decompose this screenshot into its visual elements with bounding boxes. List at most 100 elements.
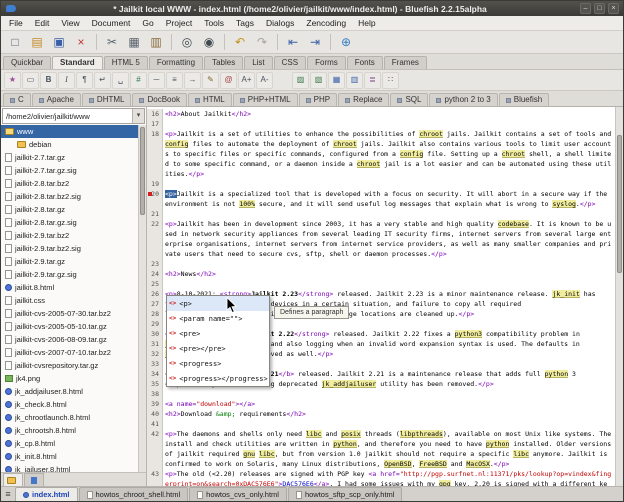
find-replace-button[interactable]: ◉ <box>199 33 219 52</box>
bold-button[interactable]: B <box>40 72 57 89</box>
tree-item[interactable]: jk_chrootsh.8.html <box>1 424 138 437</box>
undo-button[interactable]: ↶ <box>230 33 250 52</box>
toolbar-tab-html-5[interactable]: HTML 5 <box>104 56 148 69</box>
find-button[interactable]: ◎ <box>177 33 197 52</box>
lang-tab-docbook[interactable]: DocBook <box>132 93 186 106</box>
paragraph-button[interactable]: ¶ <box>76 72 93 89</box>
menu-edit[interactable]: Edit <box>29 16 56 31</box>
input-form-button[interactable]: ≣ <box>364 72 381 89</box>
insert-table-button[interactable]: ▦ <box>328 72 345 89</box>
right-justify-button[interactable]: → <box>184 72 201 89</box>
paste-button[interactable]: ▥ <box>146 33 166 52</box>
lang-tab-bluefish[interactable]: Bluefish <box>499 93 549 106</box>
completion-item[interactable]: <><progress> <box>167 356 269 371</box>
preview-in-browser-button[interactable]: ⊕ <box>336 33 356 52</box>
open-file-button[interactable]: ▤ <box>27 33 47 52</box>
quickstart-button[interactable]: ★ <box>4 72 21 89</box>
lang-tab-dhtml[interactable]: DHTML <box>82 93 132 106</box>
menu-zencoding[interactable]: Zencoding <box>300 16 352 31</box>
doc-tab-howtos_cvs_only.html[interactable]: howtos_cvs_only.html <box>189 487 287 501</box>
save-button[interactable]: ▣ <box>49 33 69 52</box>
titlebar[interactable]: * Jailkit local WWW - index.html (/home2… <box>1 1 623 16</box>
indent-button[interactable]: ⇥ <box>305 33 325 52</box>
tree-item[interactable]: jk_init.8.html <box>1 450 138 463</box>
copy-button[interactable]: ▦ <box>124 33 144 52</box>
tree-item[interactable]: jailkit-2.8.tar.gz <box>1 203 138 216</box>
tree-item[interactable]: jailkit-2.9.tar.bz2.sig <box>1 242 138 255</box>
tree-item[interactable]: debian <box>1 138 138 151</box>
tree-item[interactable]: jailkit-2.9.tar.gz.sig <box>1 268 138 281</box>
minimize-button[interactable]: – <box>580 3 591 14</box>
tree-item[interactable]: jailkit-2.7.tar.gz.sig <box>1 164 138 177</box>
completion-item[interactable]: <><p> <box>167 296 269 311</box>
lang-tab-replace[interactable]: Replace <box>338 93 389 106</box>
menu-file[interactable]: File <box>3 16 29 31</box>
italic-button[interactable]: I <box>58 72 75 89</box>
tree-item[interactable]: jk4.png <box>1 372 138 385</box>
tree-item[interactable]: jailkit-2.9.tar.gz <box>1 255 138 268</box>
sidebar-scrollbar[interactable] <box>138 125 146 472</box>
sidebar-tab-filebrowser[interactable] <box>3 473 23 486</box>
directory-combobox[interactable]: /home2/olivier/jailkit/www ▾ <box>2 108 145 124</box>
lang-tab-apache[interactable]: Apache <box>32 93 81 106</box>
non-breaking-space-button[interactable]: ␣ <box>112 72 129 89</box>
comment-button[interactable]: ✎ <box>202 72 219 89</box>
toolbar-tab-forms[interactable]: Forms <box>307 56 346 69</box>
tree-item[interactable]: jailkit-cvsrepository.tar.gz <box>1 359 138 372</box>
toolbar-tab-formatting[interactable]: Formatting <box>149 56 203 69</box>
doc-tab-index.html[interactable]: index.html <box>15 487 78 501</box>
new-document-button[interactable]: □ <box>5 33 25 52</box>
frameset-button[interactable]: ▥ <box>346 72 363 89</box>
doc-tab-howtos_chroot_shell.html[interactable]: howtos_chroot_shell.html <box>79 487 189 501</box>
tree-item[interactable]: jailkit-cvs-2005-07-30.tar.bz2 <box>1 307 138 320</box>
chevron-down-icon[interactable]: ▾ <box>132 109 144 123</box>
redo-button[interactable]: ↷ <box>252 33 272 52</box>
sidebar-tab-bookmarks[interactable] <box>24 473 44 486</box>
tree-item[interactable]: jk_chrootlaunch.8.html <box>1 411 138 424</box>
menu-tools[interactable]: Tools <box>198 16 230 31</box>
completion-item[interactable]: <><pre></pre> <box>167 341 269 356</box>
menu-tags[interactable]: Tags <box>230 16 260 31</box>
completion-item[interactable]: <><param name=""> <box>167 311 269 326</box>
tree-item[interactable]: www <box>1 125 138 138</box>
menu-document[interactable]: Document <box>86 16 137 31</box>
toolbar-tab-frames[interactable]: Frames <box>384 56 427 69</box>
sidebar-scrollbar-thumb[interactable] <box>140 127 145 215</box>
toolbar-tab-fonts[interactable]: Fonts <box>347 56 383 69</box>
tree-item[interactable]: jailkit.8.html <box>1 281 138 294</box>
tree-item[interactable]: jailkit-2.8.tar.bz2.sig <box>1 190 138 203</box>
tree-item[interactable]: jk_cp.8.html <box>1 437 138 450</box>
tree-item[interactable]: jailkit-cvs-2006-08-09.tar.gz <box>1 333 138 346</box>
cut-button[interactable]: ✂ <box>102 33 122 52</box>
tree-item[interactable]: jailkit-2.9.tar.bz2 <box>1 229 138 242</box>
doc-tab-howtos_sftp_scp_only.html[interactable]: howtos_sftp_scp_only.html <box>288 487 403 501</box>
editor-scrollbar[interactable] <box>615 107 623 486</box>
completion-item[interactable]: <><pre> <box>167 326 269 341</box>
rule-button[interactable]: ─ <box>148 72 165 89</box>
insert-thumbnail-button[interactable]: ▧ <box>310 72 327 89</box>
center-button[interactable]: ≡ <box>166 72 183 89</box>
toolbar-tab-tables[interactable]: Tables <box>204 56 243 69</box>
document-list-button[interactable]: ≡ <box>1 487 15 501</box>
menu-view[interactable]: View <box>55 16 85 31</box>
lang-tab-html[interactable]: HTML <box>188 93 232 106</box>
lang-tab-python-2-to-3[interactable]: python 2 to 3 <box>429 93 497 106</box>
unindent-button[interactable]: ⇤ <box>283 33 303 52</box>
toolbar-tab-css[interactable]: CSS <box>274 56 306 69</box>
tree-item[interactable]: jk_check.8.html <box>1 398 138 411</box>
tree-item[interactable]: jailkit-2.8.tar.gz.sig <box>1 216 138 229</box>
anchor-button[interactable]: # <box>130 72 147 89</box>
lang-tab-php+html[interactable]: PHP+HTML <box>233 93 298 106</box>
menu-help[interactable]: Help <box>352 16 381 31</box>
font-size-minus-button[interactable]: A- <box>256 72 273 89</box>
tree-item[interactable]: jailkit-cvs-2005-05-10.tar.gz <box>1 320 138 333</box>
lang-tab-c[interactable]: C <box>3 93 31 106</box>
lang-tab-php[interactable]: PHP <box>299 93 337 106</box>
tree-item[interactable]: jk_jailuser.8.html <box>1 463 138 472</box>
lang-tab-sql[interactable]: SQL <box>390 93 428 106</box>
editor-scrollbar-thumb[interactable] <box>617 135 622 273</box>
tree-item[interactable]: jailkit-2.7.tar.gz <box>1 151 138 164</box>
tree-item[interactable]: jailkit.css <box>1 294 138 307</box>
close-button[interactable]: × <box>608 3 619 14</box>
list-button[interactable]: ∷ <box>382 72 399 89</box>
